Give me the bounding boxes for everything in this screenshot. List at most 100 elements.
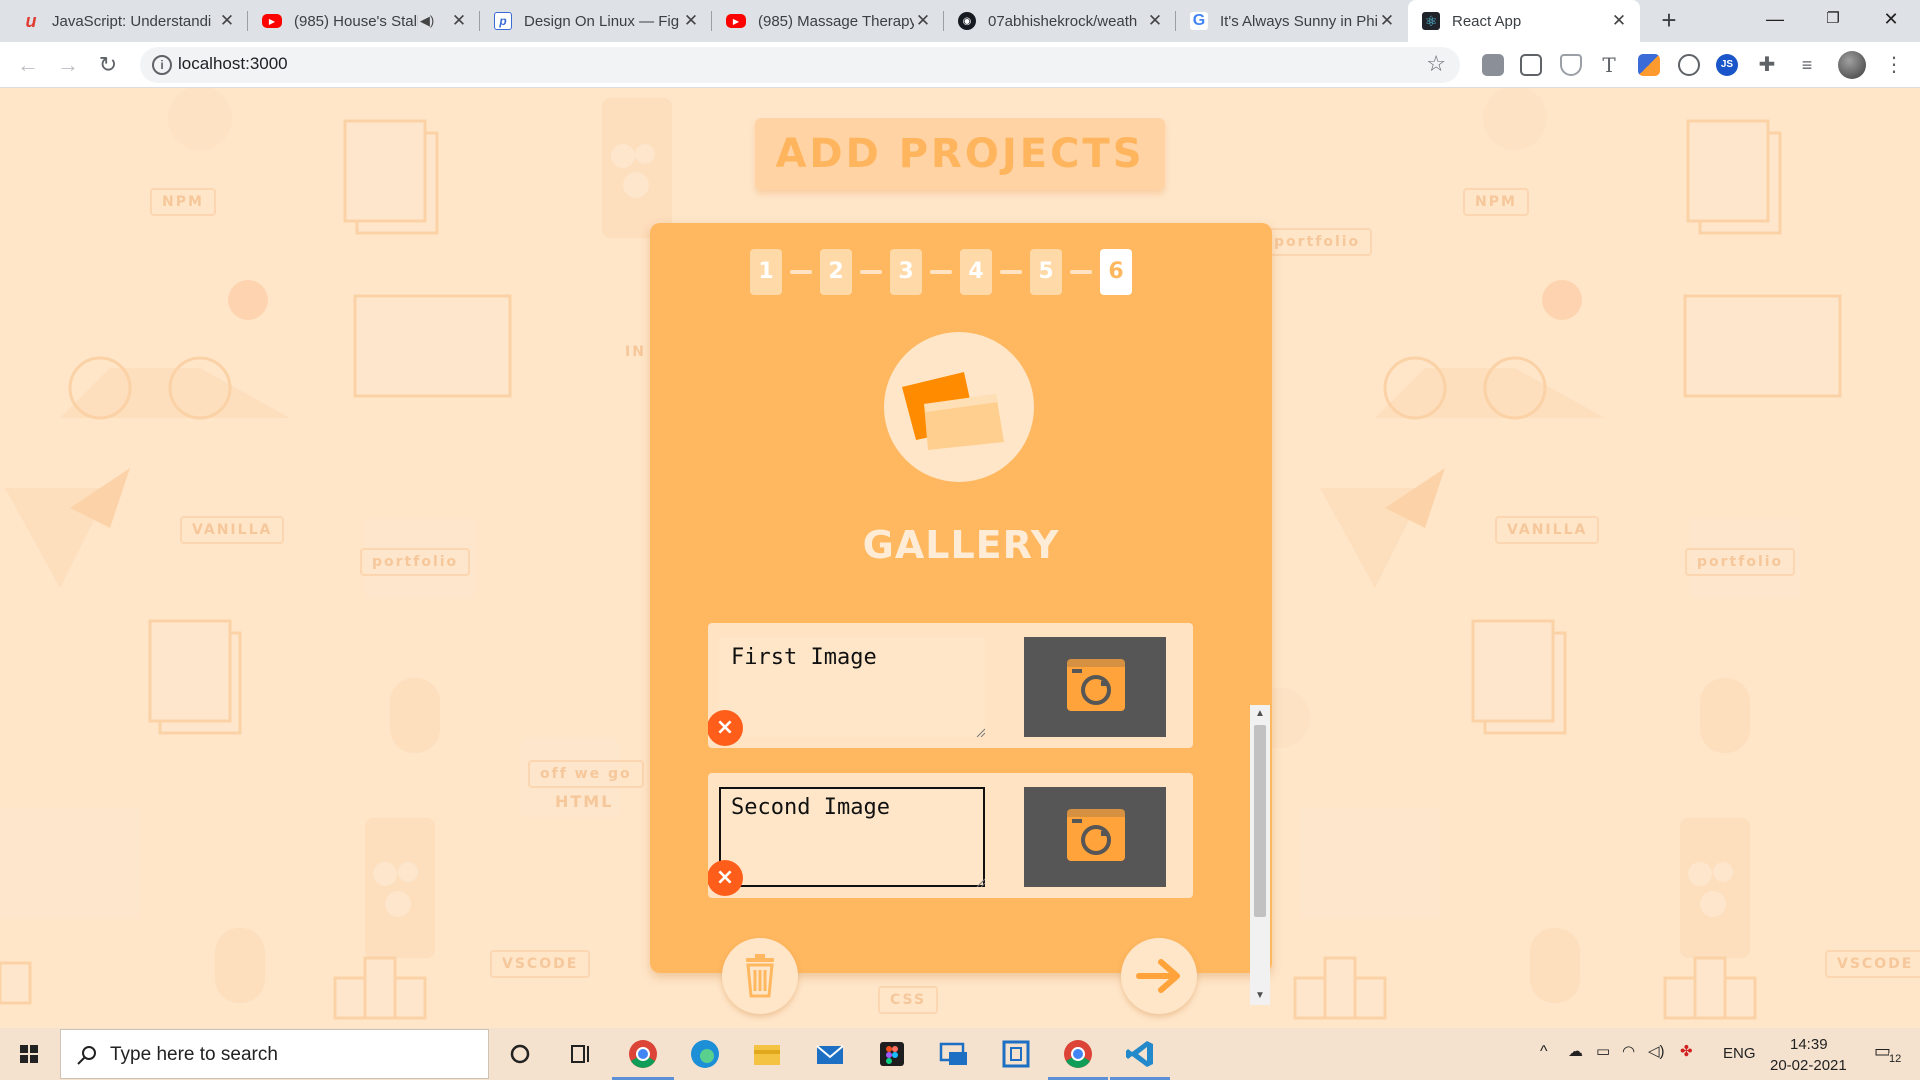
scroll-up-icon[interactable]: ▲ <box>1250 705 1270 723</box>
onedrive-icon[interactable]: ☁ <box>1568 1042 1583 1060</box>
step-5[interactable]: 5 <box>1030 249 1062 295</box>
tab-title: React App <box>1452 12 1522 30</box>
bg-word: NPM <box>150 188 216 216</box>
media-queue-icon[interactable]: ≡ <box>1796 54 1818 76</box>
clock-date[interactable]: 20-02-2021 <box>1770 1057 1847 1074</box>
image-list[interactable]: × × <box>708 623 1208 918</box>
extension-shield-icon[interactable] <box>1482 54 1504 76</box>
extensions-puzzle-icon[interactable]: ✚ <box>1756 54 1778 76</box>
resize-grip-icon[interactable] <box>975 727 985 737</box>
next-step-button[interactable] <box>1121 938 1197 1014</box>
scroll-down-icon[interactable]: ▼ <box>1250 987 1270 1005</box>
windows-logo-icon <box>20 1045 38 1063</box>
tab-udemy[interactable]: u JavaScript: Understandi ✕ <box>8 0 248 42</box>
extension-color-icon[interactable] <box>1638 54 1660 76</box>
battery-icon[interactable]: ▭ <box>1596 1042 1610 1060</box>
profile-avatar[interactable] <box>1838 51 1866 79</box>
step-2[interactable]: 2 <box>820 249 852 295</box>
show-hidden-icons[interactable]: ^ <box>1540 1043 1548 1061</box>
close-tab-icon[interactable]: ✕ <box>914 11 932 31</box>
tab-design-on-linux[interactable]: p Design On Linux — Fig ✕ <box>480 0 712 42</box>
new-tab-button[interactable]: + <box>1654 6 1684 36</box>
edge-icon[interactable] <box>687 1036 723 1072</box>
terminal-app-icon[interactable] <box>998 1036 1034 1072</box>
close-tab-icon[interactable]: ✕ <box>1146 11 1164 31</box>
tab-strip: u JavaScript: Understandi ✕ ▶ (985) Hous… <box>0 0 1920 42</box>
tab-github[interactable]: ◉ 07abhishekrock/weath ✕ <box>944 0 1176 42</box>
url-text[interactable]: localhost:3000 <box>178 54 288 74</box>
site-info-icon[interactable]: i <box>152 55 172 75</box>
chrome-icon[interactable] <box>625 1036 661 1072</box>
extension-circle-icon[interactable] <box>1678 54 1700 76</box>
browser-menu-icon[interactable]: ⋮ <box>1884 54 1904 76</box>
close-tab-icon[interactable]: ✕ <box>450 11 468 31</box>
window-close-icon[interactable]: ✕ <box>1862 0 1920 42</box>
back-arrow-icon[interactable]: ← <box>14 51 42 79</box>
taskbar-search-box[interactable]: Type here to search <box>60 1029 489 1079</box>
close-tab-icon[interactable]: ✕ <box>1610 11 1628 31</box>
extension-js-icon[interactable]: JS <box>1716 54 1738 76</box>
tab-youtube-1[interactable]: ▶ (985) House's Stalk ◀) ✕ <box>248 0 480 42</box>
start-button[interactable] <box>0 1028 58 1080</box>
search-icon <box>77 1046 96 1065</box>
tab-react-app[interactable]: ⚛ React App ✕ <box>1408 0 1640 42</box>
cortana-icon[interactable] <box>502 1036 538 1072</box>
image-caption-field[interactable] <box>719 637 985 737</box>
vscode-icon[interactable] <box>1122 1036 1158 1072</box>
step-4[interactable]: 4 <box>960 249 992 295</box>
address-bar[interactable]: i localhost:3000 ☆ <box>140 47 1460 83</box>
reload-icon[interactable]: ↻ <box>94 51 122 79</box>
resize-grip-icon[interactable] <box>975 877 985 887</box>
bg-word: VANILLA <box>180 516 285 544</box>
chrome-icon-2[interactable] <box>1060 1036 1096 1072</box>
antivirus-icon[interactable]: ✤ <box>1680 1042 1693 1060</box>
speaker-muted-icon[interactable]: ◀) <box>418 13 436 29</box>
tab-youtube-2[interactable]: ▶ (985) Massage Therapy ✕ <box>712 0 944 42</box>
search-placeholder: Type here to search <box>110 1044 278 1065</box>
image-list-scrollbar[interactable]: ▲ ▼ <box>1250 705 1270 1005</box>
extension-text-icon[interactable]: T <box>1598 54 1620 76</box>
github-icon: ◉ <box>958 12 976 30</box>
bg-word: portfolio <box>1262 228 1373 256</box>
remove-image-icon[interactable]: × <box>708 710 743 746</box>
extension-brave-shield-icon[interactable] <box>1560 54 1582 76</box>
remote-desktop-icon[interactable] <box>936 1036 972 1072</box>
bookmark-star-icon[interactable]: ☆ <box>1426 51 1446 77</box>
scroll-thumb[interactable] <box>1254 725 1266 917</box>
bg-word: portfolio <box>360 548 471 576</box>
task-view-icon[interactable] <box>563 1036 599 1072</box>
extension-cast-icon[interactable] <box>1520 54 1542 76</box>
image-caption-field[interactable] <box>719 787 985 887</box>
step-1[interactable]: 1 <box>750 249 782 295</box>
volume-icon[interactable]: ◁) <box>1648 1042 1665 1060</box>
minimize-icon[interactable]: — <box>1746 0 1804 42</box>
clock-time[interactable]: 14:39 <box>1790 1036 1828 1053</box>
bg-word: VANILLA <box>1495 516 1600 544</box>
close-tab-icon[interactable]: ✕ <box>218 11 236 31</box>
close-tab-icon[interactable]: ✕ <box>682 11 700 31</box>
bg-word: VSCODE <box>1825 950 1920 978</box>
step-connector <box>860 270 882 274</box>
image-upload-button[interactable] <box>1024 787 1166 887</box>
file-explorer-icon[interactable] <box>749 1036 785 1072</box>
step-6[interactable]: 6 <box>1100 249 1132 295</box>
remove-image-icon[interactable]: × <box>708 860 743 896</box>
bg-word: NPM <box>1463 188 1529 216</box>
image-upload-button[interactable] <box>1024 637 1166 737</box>
figma-icon[interactable] <box>874 1036 910 1072</box>
step-3[interactable]: 3 <box>890 249 922 295</box>
bg-word: CSS <box>878 986 939 1014</box>
delete-project-button[interactable] <box>722 938 798 1014</box>
tab-title: It's Always Sunny in Phi <box>1220 12 1378 30</box>
mail-icon[interactable] <box>812 1036 848 1072</box>
language-indicator[interactable]: ENG <box>1723 1045 1756 1062</box>
gallery-photos-icon <box>884 332 1034 482</box>
tab-google[interactable]: G It's Always Sunny in Phi ✕ <box>1176 0 1408 42</box>
wifi-icon[interactable]: ◠ <box>1622 1042 1635 1060</box>
notification-count: 12 <box>1889 1053 1902 1065</box>
restore-icon[interactable]: ❐ <box>1804 0 1862 42</box>
tab-title: Design On Linux — Fig <box>524 12 680 30</box>
close-tab-icon[interactable]: ✕ <box>1378 11 1396 31</box>
camera-icon <box>1067 659 1125 711</box>
forward-arrow-icon[interactable]: → <box>54 51 82 79</box>
